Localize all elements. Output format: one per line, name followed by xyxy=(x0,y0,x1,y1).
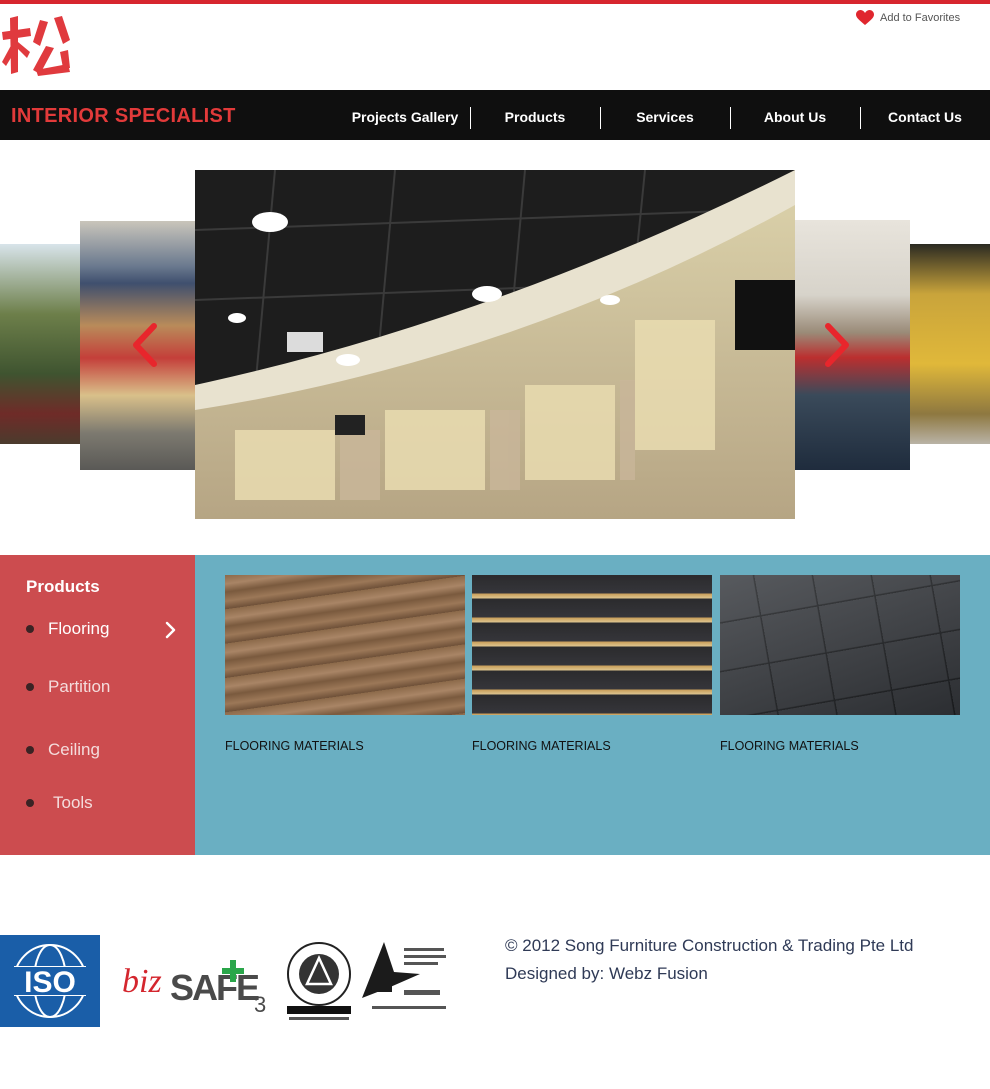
carousel-slide-far-right[interactable] xyxy=(910,244,990,444)
svg-text:SAFE: SAFE xyxy=(170,967,259,1008)
nav-products[interactable]: Products xyxy=(480,109,590,125)
chevron-right-icon xyxy=(165,621,176,639)
nav-separator xyxy=(730,107,731,129)
svg-text:ISO: ISO xyxy=(24,966,76,999)
top-accent-line xyxy=(0,0,990,4)
sidebar-item-label: Ceiling xyxy=(48,740,100,759)
product-caption[interactable]: FLOORING MATERIALS xyxy=(225,739,465,753)
sidebar-item-partition[interactable]: Partition xyxy=(26,677,110,697)
products-sidebar: Products Flooring Partition Ceiling Tool… xyxy=(0,555,195,855)
carousel-slide-main[interactable] xyxy=(195,170,795,519)
carousel-prev-button[interactable] xyxy=(128,322,162,368)
sidebar-item-flooring[interactable]: Flooring xyxy=(26,619,109,639)
tagline: INTERIOR SPECIALIST xyxy=(11,105,236,127)
svg-text:biz: biz xyxy=(122,963,162,1000)
product-card[interactable]: FLOORING MATERIALS xyxy=(720,575,960,753)
nav-contact-us[interactable]: Contact Us xyxy=(870,109,980,125)
product-image-stair-flooring[interactable] xyxy=(472,575,712,715)
sidebar-item-label: Partition xyxy=(48,677,111,696)
carousel-next-button[interactable] xyxy=(820,322,854,368)
bullet-icon xyxy=(26,746,34,754)
nav-services[interactable]: Services xyxy=(610,109,720,125)
product-card[interactable]: FLOORING MATERIALS xyxy=(472,575,712,753)
product-caption[interactable]: FLOORING MATERIALS xyxy=(720,739,960,753)
brand-logo[interactable] xyxy=(0,12,72,78)
nav-projects-gallery[interactable]: Projects Gallery xyxy=(350,109,460,125)
products-content: FLOORING MATERIALS FLOORING MATERIALS FL… xyxy=(195,555,990,855)
svg-text:3: 3 xyxy=(254,992,266,1016)
add-to-favorites-link[interactable]: Add to Favorites xyxy=(856,10,960,26)
products-heading: Products xyxy=(26,577,100,596)
sidebar-item-label: Flooring xyxy=(48,619,110,638)
nav-separator xyxy=(860,107,861,129)
designed-by-text[interactable]: Designed by: Webz Fusion xyxy=(505,964,708,984)
heart-icon xyxy=(856,10,874,25)
sac-accreditation-logo xyxy=(362,942,446,1009)
product-card[interactable]: FLOORING MATERIALS xyxy=(225,575,465,753)
favorites-label: Add to Favorites xyxy=(880,12,961,24)
bullet-icon xyxy=(26,683,34,691)
carousel-slide-far-left[interactable] xyxy=(0,244,82,444)
bizsafe-logo: biz SAFE 3 xyxy=(122,960,266,1016)
product-caption[interactable]: FLOORING MATERIALS xyxy=(472,739,712,753)
bullet-icon xyxy=(26,625,34,633)
sidebar-item-tools[interactable]: Tools xyxy=(26,793,93,813)
nav-separator xyxy=(470,107,471,129)
nav-about-us[interactable]: About Us xyxy=(740,109,850,125)
aja-iso-9001-logo xyxy=(287,942,351,1020)
product-image-wood-flooring[interactable] xyxy=(225,575,465,715)
sidebar-item-ceiling[interactable]: Ceiling xyxy=(26,740,100,760)
product-image-stone-flooring[interactable] xyxy=(720,575,960,715)
bullet-icon xyxy=(26,799,34,807)
main-nav-bar: INTERIOR SPECIALIST Projects Gallery Pro… xyxy=(0,90,990,140)
sidebar-item-label: Tools xyxy=(53,793,93,812)
copyright-text: © 2012 Song Furniture Construction & Tra… xyxy=(505,936,914,955)
iso-logo: ISO xyxy=(0,935,100,1027)
nav-separator xyxy=(600,107,601,129)
